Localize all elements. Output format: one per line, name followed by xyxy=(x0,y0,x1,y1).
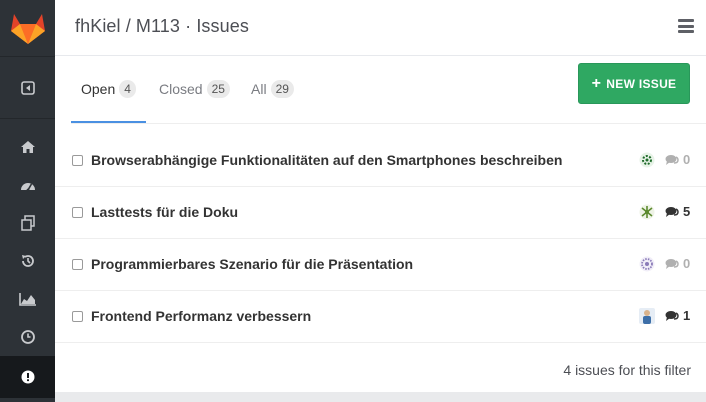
tab-all[interactable]: All 29 xyxy=(251,80,294,98)
issue-title[interactable]: Browserabhängige Funktionalitäten auf de… xyxy=(91,152,562,168)
comment-count[interactable]: 0 xyxy=(665,152,690,167)
assignee-avatar[interactable] xyxy=(639,256,655,272)
home-icon xyxy=(20,141,35,153)
tab-open-count: 4 xyxy=(119,80,136,98)
plus-icon: + xyxy=(591,74,602,92)
issue-row[interactable]: Browserabhängige Funktionalitäten auf de… xyxy=(55,135,706,187)
page-header: fhKiel / M113 · Issues xyxy=(55,0,706,56)
history-icon xyxy=(21,255,34,267)
tabs-divider xyxy=(71,123,706,124)
sidebar-item-milestones[interactable] xyxy=(0,318,55,356)
fox-logo-icon xyxy=(10,14,45,44)
comments-icon xyxy=(665,310,679,321)
comment-count[interactable]: 1 xyxy=(665,308,690,323)
files-icon xyxy=(20,215,35,231)
assignee-avatar[interactable] xyxy=(639,152,655,168)
tab-open-label: Open xyxy=(81,81,116,97)
new-issue-label: NEW ISSUE xyxy=(606,76,677,91)
tab-closed-label: Closed xyxy=(159,81,203,97)
menu-bar xyxy=(678,19,694,22)
issue-checkbox[interactable] xyxy=(72,155,83,166)
page-footer-bar xyxy=(55,392,706,402)
comment-count-value: 5 xyxy=(683,204,691,219)
comment-count[interactable]: 0 xyxy=(665,256,690,271)
sidebar-item-home[interactable] xyxy=(0,128,55,166)
dashboard-icon xyxy=(20,183,35,192)
sidebar-item-files[interactable] xyxy=(0,204,55,242)
issue-row[interactable]: Frontend Performanz verbessern 1 xyxy=(55,291,706,343)
issue-title[interactable]: Programmierbares Szenario für die Präsen… xyxy=(91,256,413,272)
issue-checkbox[interactable] xyxy=(72,259,83,270)
page-title: fhKiel / M113 · Issues xyxy=(75,16,249,36)
hamburger-menu-button[interactable] xyxy=(678,19,694,33)
issue-checkbox[interactable] xyxy=(72,207,83,218)
collapse-sidebar-button[interactable] xyxy=(0,69,55,107)
issues-icon xyxy=(21,370,34,384)
collapse-sidebar-icon xyxy=(20,81,35,95)
comment-count[interactable]: 5 xyxy=(665,204,690,219)
tab-all-label: All xyxy=(251,81,267,97)
assignee-avatar[interactable] xyxy=(639,308,655,324)
sidebar-divider xyxy=(0,118,55,119)
tab-closed-count: 25 xyxy=(206,80,230,98)
new-issue-button[interactable]: + NEW ISSUE xyxy=(578,63,690,104)
sidebar-item-dashboard[interactable] xyxy=(0,166,55,204)
comment-count-value: 0 xyxy=(683,152,691,167)
issue-title[interactable]: Frontend Performanz verbessern xyxy=(91,308,311,324)
issues-summary: 4 issues for this filter xyxy=(563,362,691,378)
comments-icon xyxy=(665,258,679,269)
tab-closed[interactable]: Closed 25 xyxy=(159,80,230,98)
sidebar xyxy=(0,0,55,402)
comment-count-value: 0 xyxy=(683,256,691,271)
clock-icon xyxy=(20,330,35,344)
issue-title[interactable]: Lasttests für die Doku xyxy=(91,204,238,220)
tab-open[interactable]: Open 4 xyxy=(81,80,136,98)
sidebar-item-history[interactable] xyxy=(0,242,55,280)
tab-all-count: 29 xyxy=(270,80,294,98)
menu-bar xyxy=(678,30,694,33)
graph-icon xyxy=(18,293,36,306)
gitlab-logo[interactable] xyxy=(0,0,55,56)
sidebar-divider xyxy=(0,56,55,57)
assignee-avatar[interactable] xyxy=(639,204,655,220)
issue-row[interactable]: Lasttests für die Doku 5 xyxy=(55,187,706,239)
issue-row[interactable]: Programmierbares Szenario für die Präsen… xyxy=(55,239,706,291)
comments-icon xyxy=(665,154,679,165)
sidebar-item-graphs[interactable] xyxy=(0,280,55,318)
issue-checkbox[interactable] xyxy=(72,311,83,322)
comment-count-value: 1 xyxy=(683,308,691,323)
sidebar-item-issues[interactable] xyxy=(0,356,55,398)
comments-icon xyxy=(665,206,679,217)
menu-bar xyxy=(678,24,694,28)
